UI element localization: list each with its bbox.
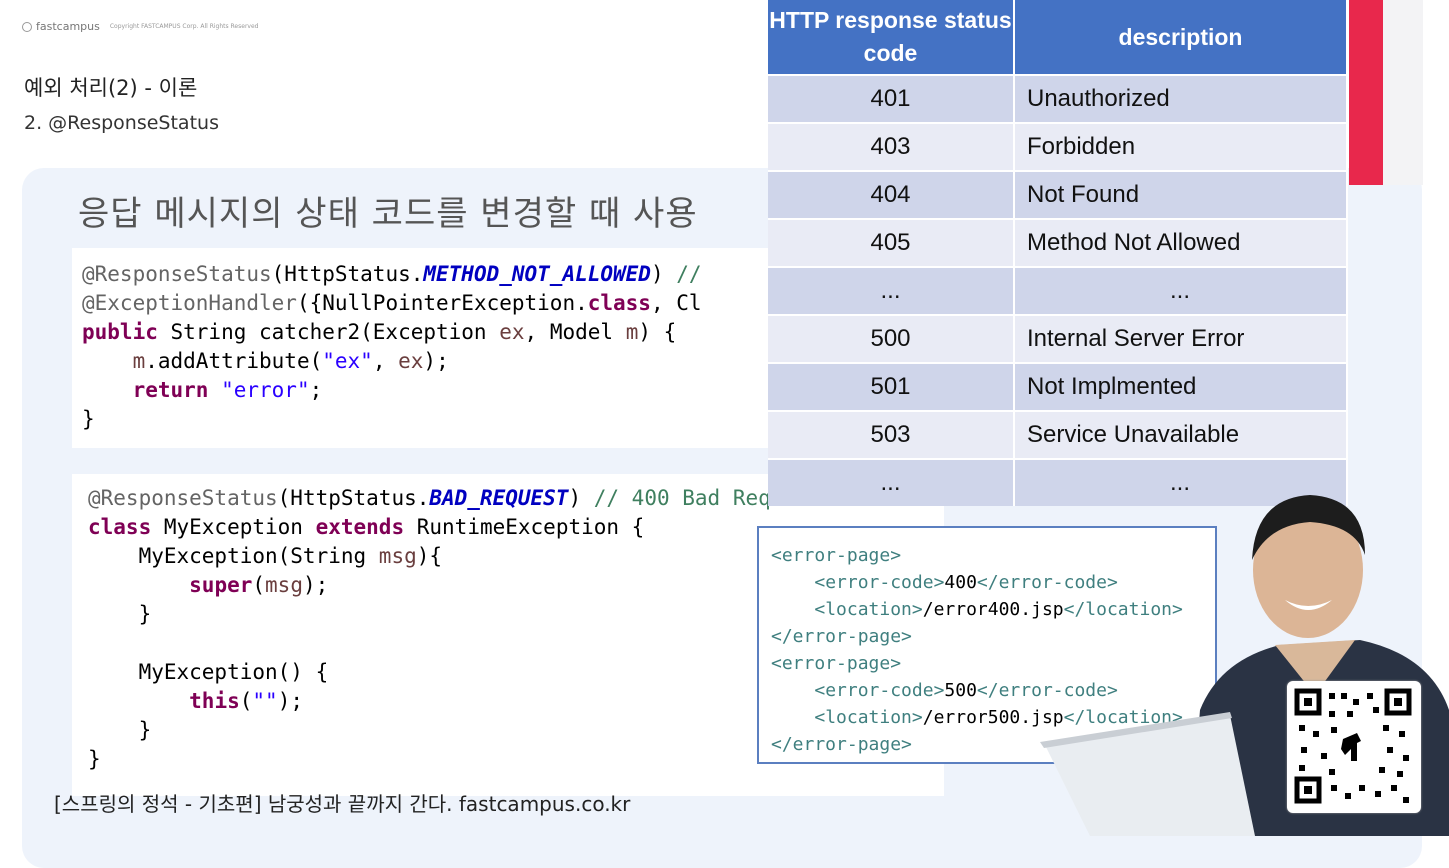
status-row: 401 Unauthorized xyxy=(768,74,1348,123)
status-row: 501 Not Implmented xyxy=(768,362,1348,411)
status-code-cell: 401 xyxy=(768,74,1015,123)
brand-copyright: Copyright FASTCAMPUS Corp. All Rights Re… xyxy=(109,23,259,30)
status-description-cell: Method Not Allowed xyxy=(1014,218,1348,267)
code-line: } xyxy=(88,718,152,742)
status-row: 403 Forbidden xyxy=(768,122,1348,171)
status-code-cell: 403 xyxy=(768,122,1015,171)
code-line: return "error"; xyxy=(132,378,323,402)
status-row: ...... xyxy=(768,266,1348,315)
status-description-cell: Service Unavailable xyxy=(1014,410,1348,459)
code-line: m.addAttribute("ex", ex); xyxy=(132,349,449,373)
header-status-code: HTTP response status code xyxy=(768,0,1015,75)
status-row: 405 Method Not Allowed xyxy=(768,218,1348,267)
code-line: super(msg); xyxy=(189,573,329,597)
status-description-cell: Not Implmented xyxy=(1014,362,1348,411)
section-heading: 응답 메시지의 상태 코드를 변경할 때 사용 xyxy=(78,194,698,234)
xml-line: <error-page> xyxy=(771,653,902,674)
status-description-cell: ... xyxy=(1014,266,1348,315)
status-description-cell: Not Found xyxy=(1014,170,1348,219)
code-line: class MyException extends RuntimeExcepti… xyxy=(88,515,645,539)
code-line: } xyxy=(82,407,95,431)
code-line: public String catcher2(Exception ex, Mod… xyxy=(82,320,677,344)
xml-line: </error-page> xyxy=(771,734,912,755)
code-line: @ExceptionHandler({NullPointerException.… xyxy=(82,291,702,315)
slide-title: 예외 처리(2) - 이론 xyxy=(24,76,198,100)
header-description: description xyxy=(1014,0,1348,75)
status-row: 404 Not Found xyxy=(768,170,1348,219)
code-line: } xyxy=(88,602,152,626)
status-code-cell: 405 xyxy=(768,218,1015,267)
qr-code-icon xyxy=(1287,681,1421,813)
code-line: @ResponseStatus(HttpStatus.METHOD_NOT_AL… xyxy=(82,262,702,286)
code-line: MyException(String msg){ xyxy=(88,544,443,568)
code-line: MyException() { xyxy=(88,660,329,684)
slide-subtitle: 2. @ResponseStatus xyxy=(24,112,219,134)
brand-name: fastcampus xyxy=(36,20,100,33)
code-line: } xyxy=(88,747,101,771)
status-code-cell: ... xyxy=(768,458,1015,506)
brand: fastcampus Copyright FASTCAMPUS Corp. Al… xyxy=(22,20,258,33)
code-block-handler: @ResponseStatus(HttpStatus.METHOD_NOT_AL… xyxy=(72,248,772,448)
status-description-cell: Internal Server Error xyxy=(1014,314,1348,363)
code-line: this(""); xyxy=(189,689,303,713)
status-description-cell: Forbidden xyxy=(1014,122,1348,171)
accent-bar xyxy=(1349,0,1383,185)
status-code-cell: 404 xyxy=(768,170,1015,219)
code-line: @ResponseStatus(HttpStatus.BAD_REQUEST) … xyxy=(88,486,834,510)
footer-caption: [스프링의 정석 - 기초편] 남궁성과 끝까지 간다. fastcampus.… xyxy=(54,792,631,816)
xml-line: </error-page> xyxy=(771,626,912,647)
status-code-cell: ... xyxy=(768,266,1015,315)
status-code-cell: 503 xyxy=(768,410,1015,459)
status-description-cell: Unauthorized xyxy=(1014,74,1348,123)
decorative-strip xyxy=(1383,0,1423,185)
status-code-cell: 501 xyxy=(768,362,1015,411)
status-code-cell: 500 xyxy=(768,314,1015,363)
status-row: 503 Service Unavailable xyxy=(768,410,1348,459)
status-row: 500 Internal Server Error xyxy=(768,314,1348,363)
fastcampus-logo-icon xyxy=(22,21,32,32)
xml-line: <error-page> xyxy=(771,545,902,566)
status-code-table: HTTP response status code description 40… xyxy=(768,0,1348,506)
